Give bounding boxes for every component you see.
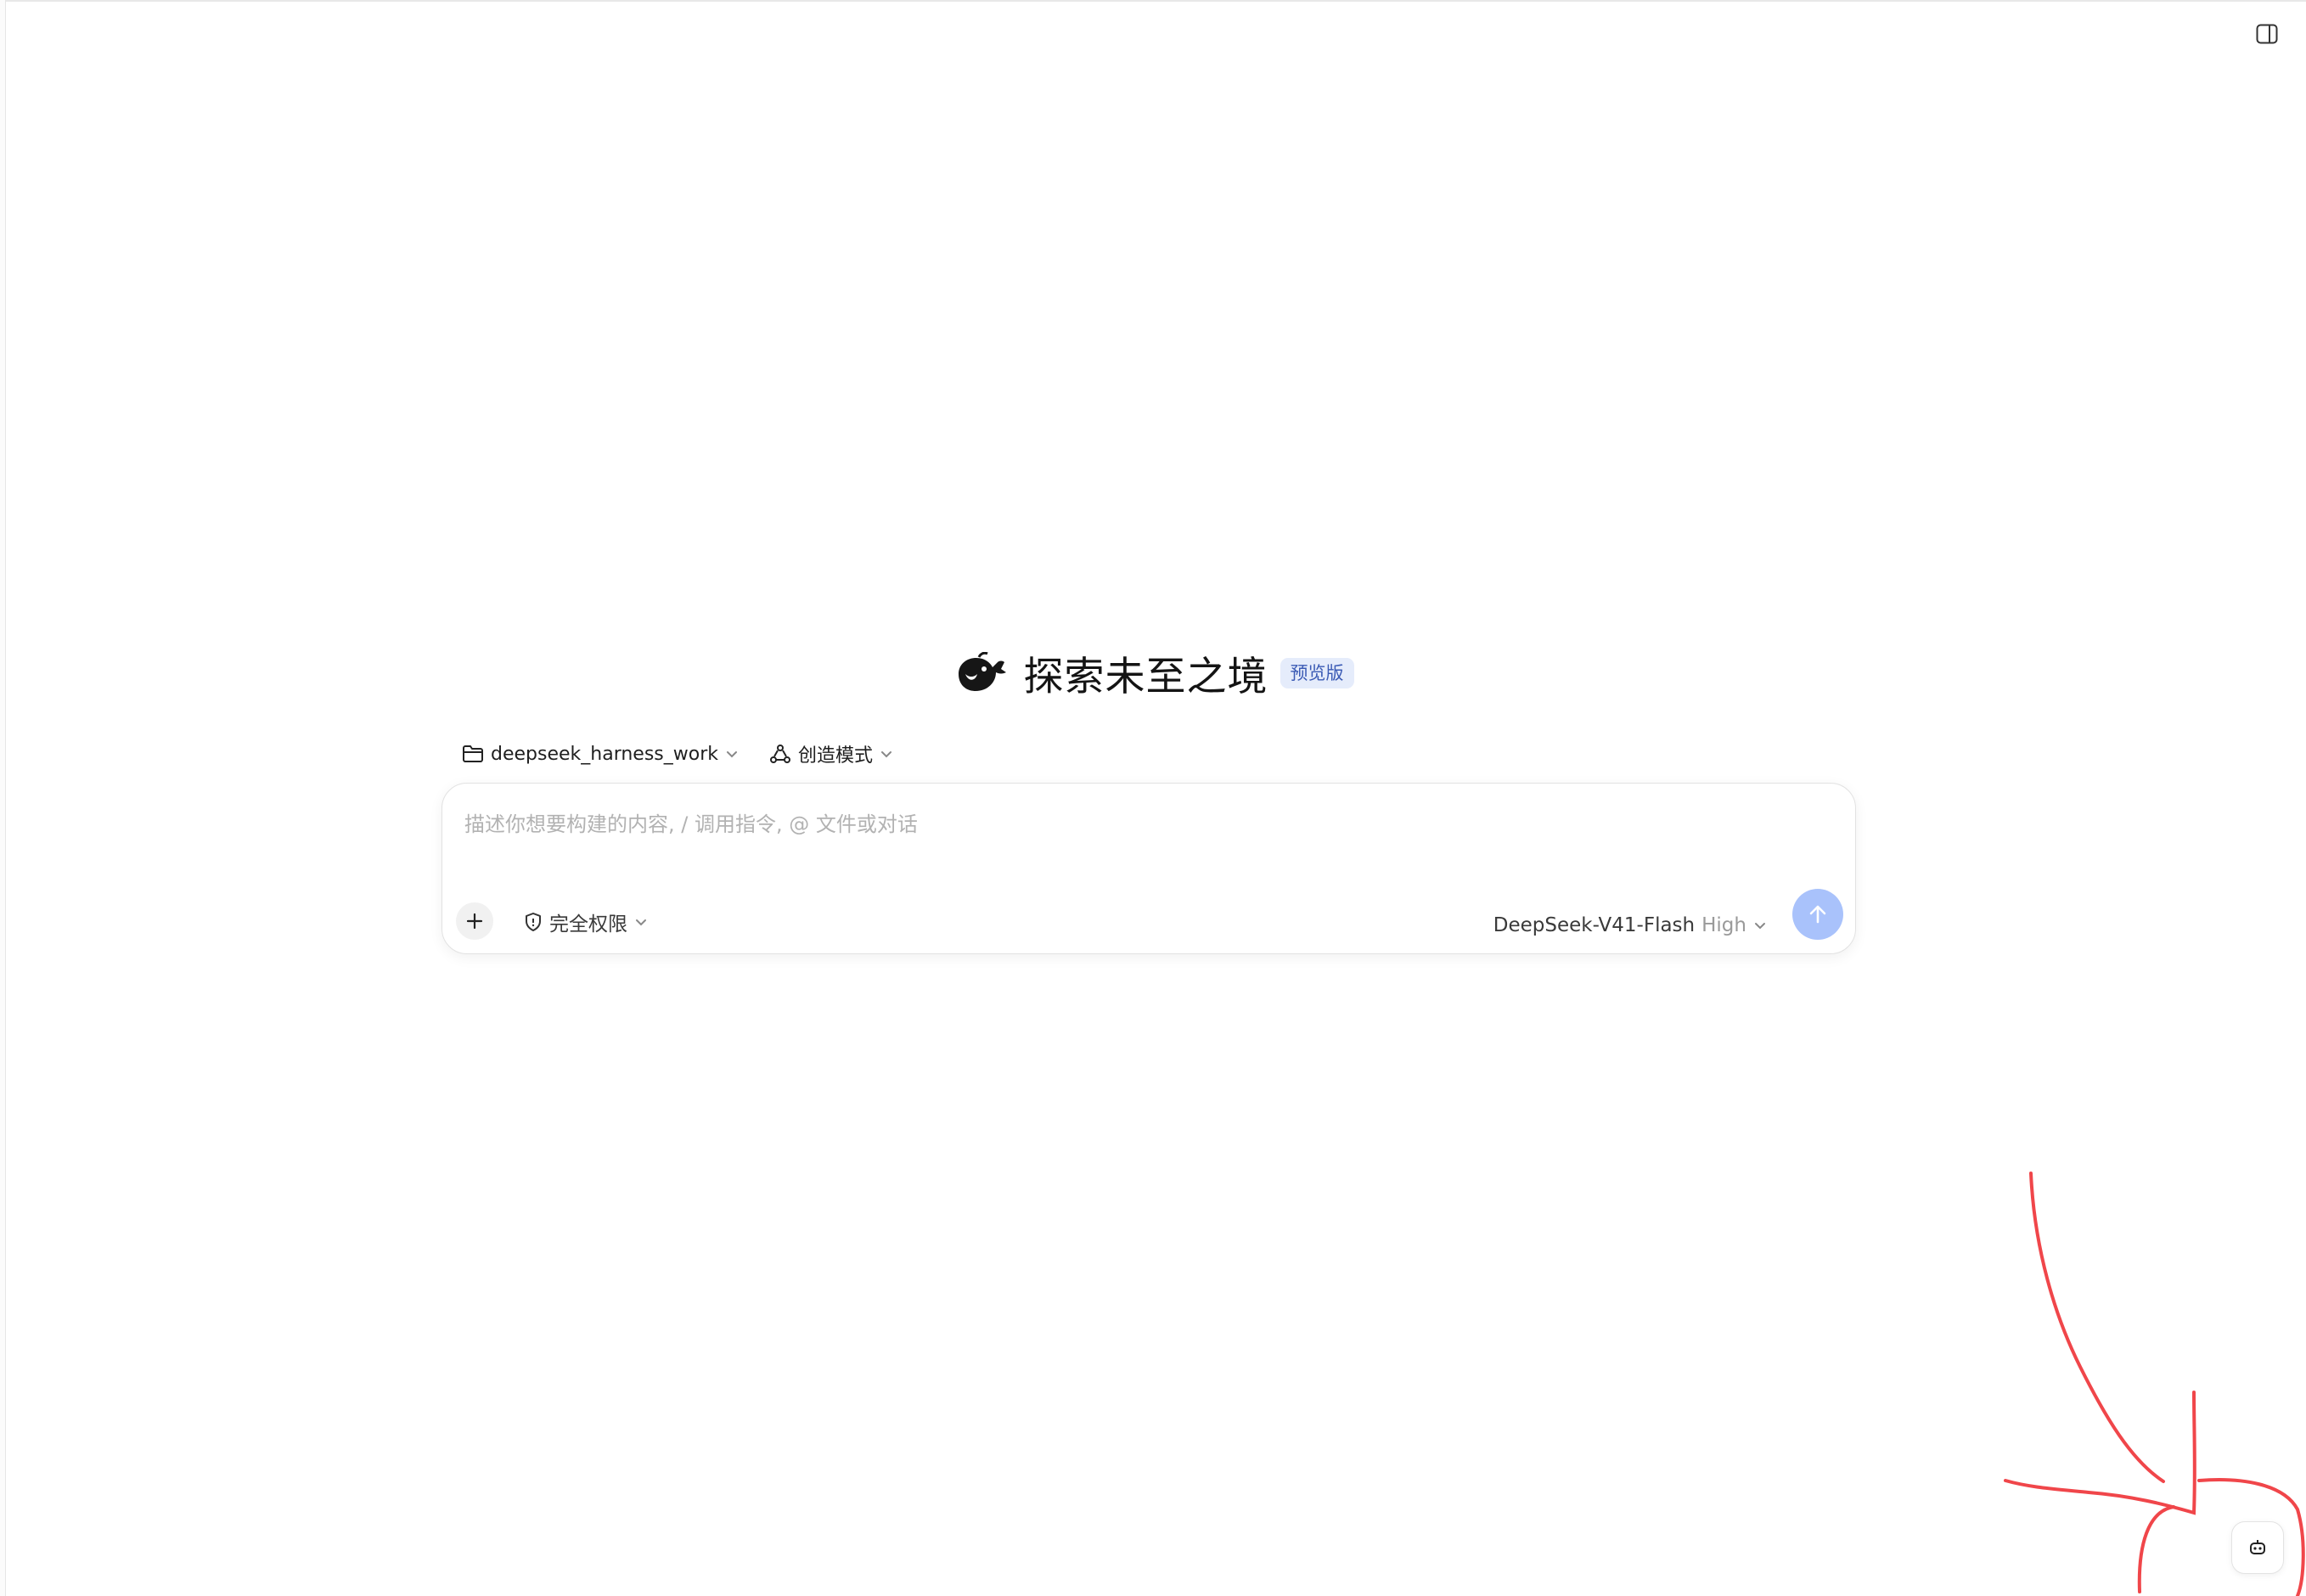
left-border — [0, 0, 6, 1596]
add-attachment-button[interactable] — [456, 902, 493, 940]
model-level: High — [1701, 914, 1746, 936]
hero-header: 探索未至之境 预览版 — [0, 643, 2306, 702]
folder-icon — [463, 745, 483, 762]
workspace-selector[interactable]: deepseek_harness_work — [458, 739, 742, 770]
context-selectors: deepseek_harness_work 创造模式 — [458, 735, 897, 773]
permission-selector[interactable]: 完全权限 — [524, 908, 648, 936]
sidebar-toggle-icon — [2256, 24, 2278, 44]
send-button[interactable] — [1792, 889, 1843, 940]
app-window: 探索未至之境 预览版 deepseek_harness_work 创造模式 描述… — [0, 0, 2306, 1596]
permission-label: 完全权限 — [549, 913, 627, 936]
arrow-up-icon — [1809, 905, 1826, 924]
annotation-arrow-shaft — [2029, 1172, 2165, 1483]
chevron-down-icon — [1755, 923, 1765, 930]
top-border — [0, 0, 2306, 2]
workspace-label: deepseek_harness_work — [491, 743, 718, 765]
robot-icon — [2250, 1540, 2265, 1554]
whale-logo-icon — [953, 651, 1009, 695]
plus-icon — [466, 913, 483, 930]
chevron-down-icon — [881, 751, 892, 758]
sidebar-toggle-button[interactable] — [2253, 20, 2281, 48]
prompt-input[interactable] — [463, 802, 1825, 846]
chevron-down-icon — [727, 751, 737, 758]
model-name: DeepSeek-V41-Flash — [1493, 914, 1696, 936]
mode-label: 创造模式 — [798, 745, 874, 767]
prompt-composer: 完全权限 DeepSeek-V41-Flash High — [442, 783, 1856, 954]
shield-icon — [526, 913, 541, 931]
assistant-button[interactable] — [2231, 1521, 2284, 1574]
annotation-arrow-head — [2004, 1391, 2196, 1515]
recycle-icon — [770, 745, 790, 763]
mode-selector[interactable]: 创造模式 — [766, 735, 897, 773]
page-title: 探索未至之境 — [1023, 654, 1268, 700]
model-selector[interactable]: DeepSeek-V41-Flash High — [1493, 914, 1767, 936]
chevron-down-icon — [636, 919, 646, 926]
preview-badge: 预览版 — [1280, 657, 1354, 688]
